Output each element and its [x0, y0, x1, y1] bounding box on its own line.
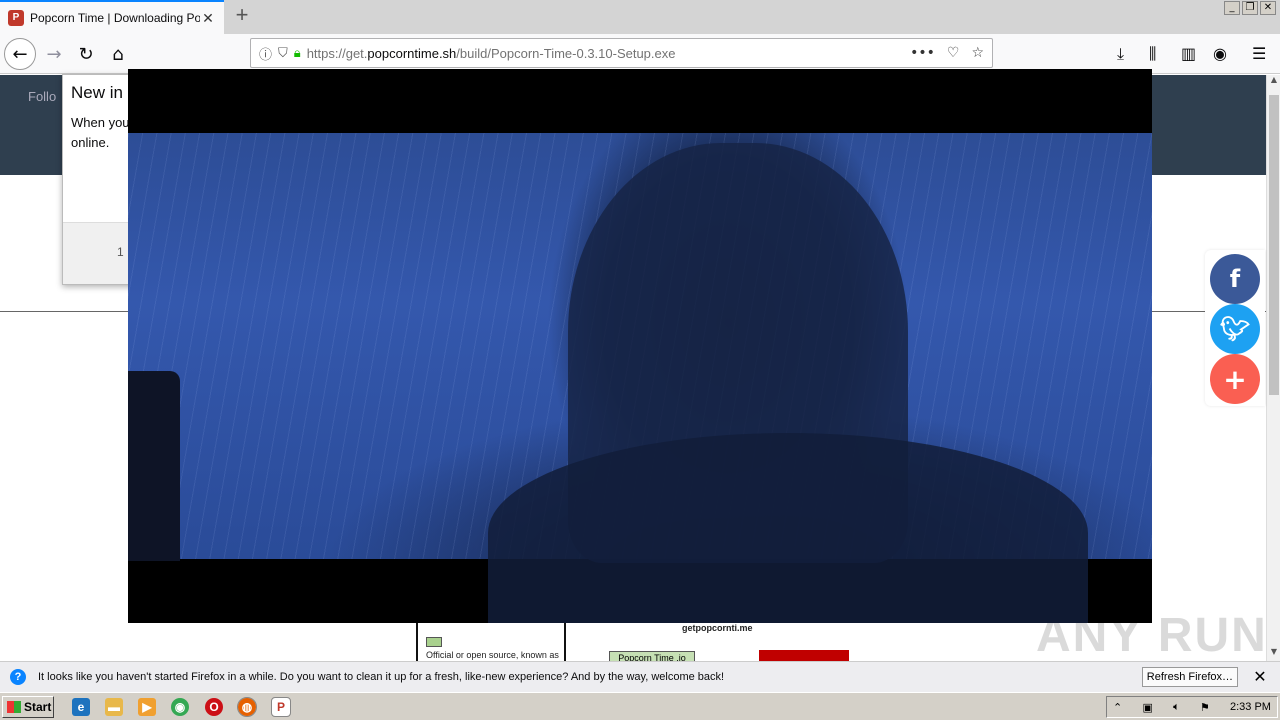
- lock-icon[interactable]: 🔒︎: [294, 46, 301, 61]
- scroll-up-arrow-icon[interactable]: ▲: [1267, 75, 1280, 89]
- notification-message: It looks like you haven't started Firefo…: [38, 671, 725, 683]
- reload-button[interactable]: ↻: [70, 38, 102, 70]
- popcorn-time-icon[interactable]: P: [271, 697, 291, 717]
- chrome-icon[interactable]: ◉: [171, 698, 189, 716]
- firefox-icon[interactable]: ◍: [237, 697, 257, 717]
- figure-shoulders: [488, 433, 1088, 623]
- diagram-site-label: getpopcornti.me: [682, 623, 753, 633]
- folder-icon[interactable]: ▬: [105, 698, 123, 716]
- library-icon[interactable]: ⫼: [1149, 44, 1156, 64]
- volume-icon[interactable]: 🔈︎: [1173, 700, 1180, 714]
- download-icon[interactable]: ⤓: [1117, 44, 1124, 64]
- share-bar: f 🐦︎ +: [1205, 250, 1265, 406]
- video-frame: [128, 133, 1152, 623]
- restore-button[interactable]: ❐: [1242, 1, 1258, 15]
- diagram-legend: Official or open source, known as good v…: [416, 623, 566, 672]
- shield-icon[interactable]: ⛉: [278, 46, 288, 61]
- start-label: Start: [24, 700, 52, 714]
- notification-close-icon[interactable]: ✕: [1250, 667, 1270, 687]
- clock[interactable]: 2:33 PM: [1230, 701, 1271, 713]
- window-close-button[interactable]: ✕: [1260, 1, 1276, 15]
- version-diagram: Official or open source, known as good v…: [382, 623, 882, 672]
- pocket-icon[interactable]: ♡: [947, 45, 960, 61]
- facebook-share-icon[interactable]: f: [1210, 254, 1260, 304]
- tab-strip: P Popcorn Time | Downloading Popco ✕ + _…: [0, 0, 1280, 34]
- dark-foreground-object: [128, 371, 180, 561]
- system-tray: ⌃ ▣ 🔈︎ ⚑ 2:33 PM: [1106, 696, 1278, 718]
- refresh-firefox-button[interactable]: Refresh Firefox…: [1141, 667, 1238, 687]
- page-scrollbar[interactable]: ▲ ▼: [1266, 75, 1280, 661]
- menu-icon[interactable]: ☰: [1252, 44, 1266, 63]
- forward-button[interactable]: →: [38, 38, 70, 70]
- help-icon: ?: [10, 669, 26, 685]
- legend-swatch: [426, 637, 442, 647]
- windows-taskbar: Start e ▬ ▶ ◉ O ◍ P ⌃ ▣ 🔈︎ ⚑ 2:33 PM: [0, 692, 1280, 720]
- new-tab-button[interactable]: +: [230, 4, 254, 28]
- address-bar[interactable]: ⓘ ⛉ 🔒︎ https://get.popcorntime.sh/build/…: [250, 38, 993, 68]
- video-player[interactable]: [128, 69, 1152, 623]
- back-button[interactable]: ←: [4, 38, 36, 70]
- start-button[interactable]: Start: [2, 696, 54, 718]
- account-icon[interactable]: ◉: [1213, 44, 1227, 63]
- twitter-share-icon[interactable]: 🐦︎: [1210, 304, 1260, 354]
- popcorn-favicon-icon: P: [8, 10, 24, 26]
- page-actions-icon[interactable]: •••: [910, 45, 935, 61]
- bookmark-star-icon[interactable]: ☆: [971, 45, 984, 61]
- network-icon[interactable]: ▣: [1142, 701, 1152, 714]
- internet-explorer-icon[interactable]: e: [72, 698, 90, 716]
- follow-text: Follo: [28, 89, 57, 104]
- tray-expand-icon[interactable]: ⌃: [1113, 701, 1122, 714]
- firefox-notification-bar: ? It looks like you haven't started Fire…: [0, 661, 1280, 692]
- opera-icon[interactable]: O: [205, 698, 223, 716]
- sidebar-icon[interactable]: ▥: [1181, 44, 1196, 63]
- windows-logo-icon: [7, 701, 21, 713]
- action-center-flag-icon[interactable]: ⚑: [1200, 701, 1210, 714]
- tab-title: Popcorn Time | Downloading Popco: [30, 11, 200, 25]
- scrollbar-thumb[interactable]: [1269, 95, 1279, 395]
- window-controls: _ ❐ ✕: [1224, 1, 1276, 15]
- info-icon[interactable]: ⓘ: [259, 44, 272, 63]
- more-share-icon[interactable]: +: [1210, 354, 1260, 404]
- diagram-node-red: [759, 650, 849, 661]
- tab-popcorn-time[interactable]: P Popcorn Time | Downloading Popco ✕: [0, 0, 224, 34]
- url-text[interactable]: https://get.popcorntime.sh/build/Popcorn…: [307, 46, 898, 61]
- scroll-down-arrow-icon[interactable]: ▼: [1267, 647, 1280, 661]
- navigation-bar: ← → ↻ ⌂ ⓘ ⛉ 🔒︎ https://get.popcorntime.s…: [0, 34, 1280, 74]
- tab-close-icon[interactable]: ✕: [200, 10, 216, 27]
- minimize-button[interactable]: _: [1224, 1, 1240, 15]
- home-button[interactable]: ⌂: [102, 38, 134, 70]
- media-player-icon[interactable]: ▶: [138, 698, 156, 716]
